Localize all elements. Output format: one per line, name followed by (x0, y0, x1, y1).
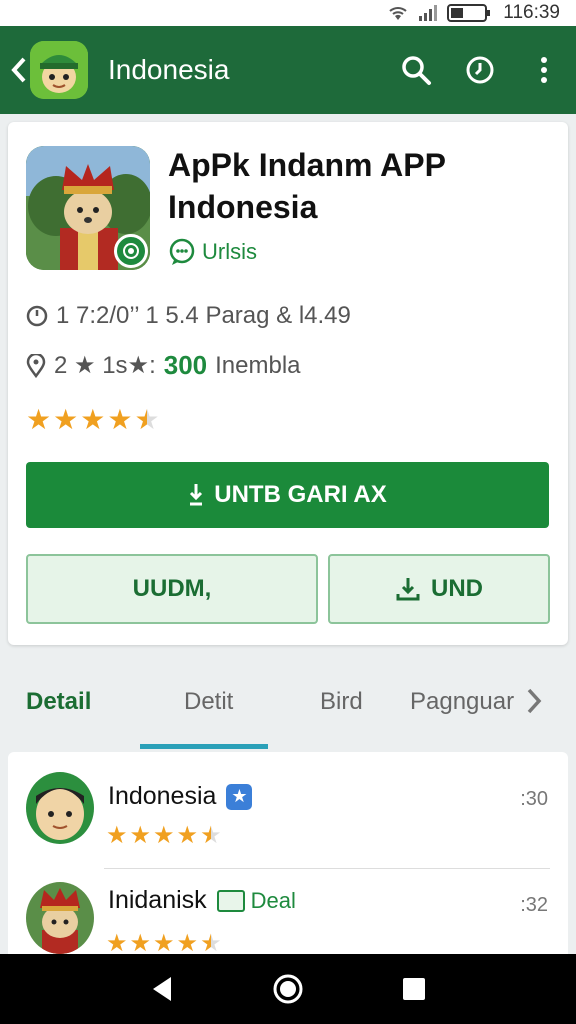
list-item-count: :30 (520, 788, 548, 810)
meta-line-2-highlight: 300 (163, 350, 208, 380)
deal-tag: Deal (216, 887, 296, 914)
deal-tag-label: Deal (250, 887, 296, 913)
star-icon: ★ (153, 822, 175, 849)
app-bar-title: Indonesia (108, 54, 230, 85)
download-icon (190, 484, 203, 506)
avatar (26, 772, 94, 844)
nav-back-icon[interactable] (149, 975, 175, 1003)
app-title: ApPk Indanm APP Indonesia (168, 147, 446, 225)
system-nav-bar (0, 954, 576, 1024)
signal-icon (419, 5, 438, 21)
more-vert-icon (541, 57, 547, 83)
star-icon: ★ (176, 822, 199, 849)
developer-label: Urlsis (202, 239, 257, 264)
history-button[interactable] (458, 48, 502, 92)
install-button-label: UNTB GARI AX (214, 481, 387, 508)
verified-badge-icon (114, 234, 148, 268)
star-icon: ★ (26, 404, 52, 435)
tab-bird[interactable]: Bird (320, 688, 363, 716)
app-rating-stars: ★ ★ ★ ★ ★ (26, 406, 160, 434)
search-button[interactable] (394, 48, 438, 92)
meta-line-2-prefix: 2 ★ 1s★: (54, 352, 156, 379)
list-divider (104, 868, 550, 869)
nav-recents-icon[interactable] (401, 976, 427, 1002)
download-secondary-button[interactable]: UND (328, 554, 550, 624)
star-badge-icon: ★ (226, 783, 253, 810)
list-item-name: Indonesia ★ (108, 782, 253, 811)
list-item-count: :32 (520, 894, 548, 916)
list-item-stars: ★ ★ ★ ★ ★ (106, 932, 222, 956)
half-star-icon: ★ (200, 822, 222, 849)
deal-tag-icon (216, 889, 245, 912)
list-item-name-text: Inidanisk (108, 886, 207, 914)
developer-link[interactable]: Urlsis (168, 238, 257, 266)
secondary-right-label: UND (431, 575, 483, 602)
install-button[interactable]: UNTB GARI AX (26, 462, 549, 528)
star-icon: ★ (129, 822, 152, 849)
meta-row-size: 1 7:2/0’’ 1 5.4 Parag & l4.49 (26, 302, 351, 330)
star-icon: ★ (80, 404, 106, 435)
star-icon: ★ (53, 404, 79, 435)
status-bar: 116:39 (0, 0, 576, 26)
clock-icon (466, 56, 494, 84)
tab-detail[interactable]: Detail (26, 688, 91, 716)
back-arrow-icon[interactable] (8, 50, 30, 90)
star-icon: ★ (129, 930, 152, 957)
avatar (26, 882, 94, 954)
more-options-button[interactable] (522, 48, 566, 92)
meta-line-2-suffix: Inembla (215, 351, 301, 379)
status-time: 116:39 (503, 2, 560, 23)
tab-bar: Detail Detit Bird Pagnguar (0, 658, 576, 749)
meta-row-downloads: 2 ★ 1s★: 300 Inembla (26, 350, 301, 381)
half-star-icon: ★ (200, 930, 222, 957)
list-item-stars: ★ ★ ★ ★ ★ (106, 824, 222, 848)
chat-icon (169, 238, 195, 265)
tab-pagnguar[interactable]: Pagnguar (410, 688, 514, 716)
battery-icon (447, 4, 491, 22)
search-icon (402, 56, 431, 85)
star-icon: ★ (107, 404, 133, 435)
star-icon: ★ (153, 930, 175, 957)
review-list: Indonesia ★ ★ ★ ★ ★ ★ :30 Inidanisk Deal… (8, 752, 568, 962)
chevron-right-icon[interactable] (524, 686, 544, 716)
star-icon: ★ (106, 822, 128, 849)
star-icon: ★ (106, 930, 128, 957)
secondary-left-label: UUDM, (132, 575, 212, 602)
app-logo (30, 41, 88, 99)
app-bar: Indonesia (0, 26, 576, 114)
list-item[interactable]: Indonesia ★ ★ ★ ★ ★ ★ :30 (8, 768, 568, 878)
clock-small-icon (26, 305, 48, 327)
tab-detit[interactable]: Detit (184, 688, 233, 716)
half-star-icon: ★ (134, 404, 160, 435)
app-icon (26, 146, 150, 270)
star-icon: ★ (176, 930, 199, 957)
location-pin-icon (26, 353, 46, 378)
nav-home-icon[interactable] (272, 973, 304, 1005)
list-item-name-text: Indonesia (108, 782, 217, 810)
secondary-button-left[interactable]: UUDM, (26, 554, 318, 624)
download-tray-icon (396, 578, 420, 601)
meta-line-1: 1 7:2/0’’ 1 5.4 Parag & l4.49 (56, 302, 351, 329)
tab-indicator (140, 744, 268, 749)
app-details-card: ApPk Indanm APP Indonesia Urlsis 1 7:2/0… (8, 122, 568, 645)
list-item-name: Inidanisk Deal (108, 886, 296, 915)
wifi-icon (389, 7, 407, 20)
